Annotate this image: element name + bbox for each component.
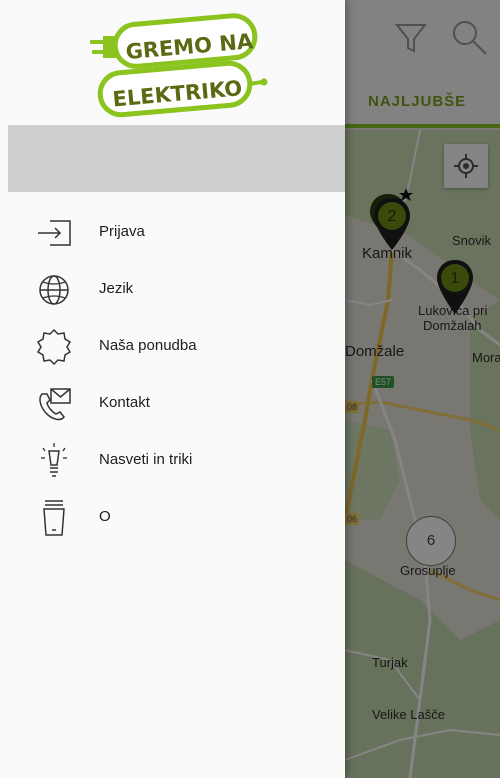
menu-label-tips: Nasveti in triki — [99, 451, 193, 468]
menu-label-contact: Kontakt — [99, 394, 150, 411]
menu-label-language: Jezik — [99, 280, 134, 297]
menu-item-contact[interactable]: Kontakt — [0, 378, 345, 430]
menu-label-offer: Naša ponudba — [99, 337, 197, 354]
info-icon — [43, 500, 65, 536]
globe-icon — [39, 275, 69, 305]
gremo-na-elektriko-logo: GREMO NA ELEKTRIKO — [90, 13, 268, 118]
lightbulb-icon — [41, 443, 67, 477]
app-logo: GREMO NA ELEKTRIKO — [0, 0, 345, 125]
navigation-drawer: GREMO NA ELEKTRIKO Prijava Jezik Naša po… — [0, 0, 345, 778]
login-icon — [38, 220, 71, 246]
menu-item-language[interactable]: Jezik — [0, 264, 345, 316]
menu-item-tips[interactable]: Nasveti in triki — [0, 435, 345, 487]
menu-item-about[interactable]: O — [0, 492, 345, 544]
contact-icon — [39, 388, 71, 421]
menu-item-login[interactable]: Prijava — [0, 207, 345, 259]
menu-item-offer[interactable]: Naša ponudba — [0, 321, 345, 373]
menu-label-about: O — [99, 508, 111, 525]
drawer-user-band — [8, 125, 345, 192]
menu-label-login: Prijava — [99, 223, 145, 240]
badge-icon — [36, 328, 72, 366]
